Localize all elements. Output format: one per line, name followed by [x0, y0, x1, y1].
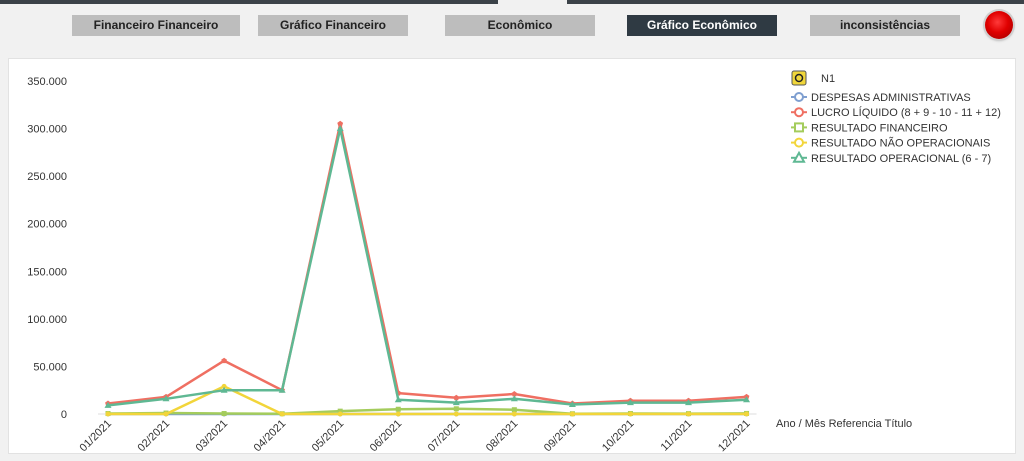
- y-tick-label: 100.000: [27, 314, 67, 326]
- x-tick-label: 08/2021: [484, 418, 521, 453]
- data-point: [221, 411, 227, 417]
- tab-financeiro-financeiro[interactable]: Financeiro Financeiro: [72, 15, 240, 36]
- legend-title: N1: [821, 73, 835, 85]
- legend: N1 DESPESAS ADMINISTRATIVAS LUCRO LÍQUIDO …: [791, 70, 1001, 165]
- x-tick-label: 09/2021: [542, 418, 579, 453]
- line-chart: 0 50.000 100.000 150.000 200.000 250.000 300.0…: [27, 70, 1001, 454]
- status-indicator-icon[interactable]: [985, 11, 1013, 39]
- x-tick-label: 12/2021: [716, 418, 753, 453]
- tab-grafico-financeiro[interactable]: Gráfico Financeiro: [258, 15, 408, 36]
- tab-grafico-economico[interactable]: Gráfico Econômico: [627, 15, 777, 36]
- data-point: [686, 411, 691, 417]
- y-tick-label: 0: [61, 409, 67, 421]
- y-tick-label: 150.000: [27, 266, 67, 278]
- y-tick-label: 200.000: [27, 219, 67, 231]
- data-point: [279, 411, 285, 417]
- series-line: [107, 127, 747, 407]
- series-line: [107, 122, 747, 405]
- chart-panel: 0 50.000 100.000 150.000 200.000 250.000 300.0…: [8, 58, 1016, 454]
- y-tick-label: 300.000: [27, 124, 67, 136]
- tab-economico[interactable]: Econômico: [445, 15, 595, 36]
- x-axis-title: Ano / Mês Referencia Título: [776, 418, 912, 430]
- series-5: [104, 125, 751, 408]
- x-tick-label: 05/2021: [310, 418, 347, 453]
- data-point: [337, 411, 343, 417]
- x-tick-label: 07/2021: [426, 418, 463, 453]
- data-point: [221, 357, 227, 364]
- y-tick-label: 350.000: [27, 76, 67, 88]
- legend-entry-label: RESULTADO OPERACIONAL (6 - 7): [811, 153, 991, 165]
- data-point: [744, 411, 750, 417]
- data-point: [163, 411, 169, 417]
- data-point: [627, 411, 633, 417]
- x-tick-label: 03/2021: [194, 418, 231, 453]
- y-tick-label: 250.000: [27, 171, 67, 183]
- y-tick-label: 50.000: [33, 361, 67, 373]
- x-tick-label: 04/2021: [252, 418, 289, 453]
- data-point: [511, 407, 517, 413]
- legend-swatch-marker: [792, 150, 806, 163]
- x-tick-label: 02/2021: [136, 418, 173, 453]
- x-tick-label: 10/2021: [600, 418, 637, 453]
- legend-entry-label: LUCRO LÍQUIDO (8 + 9 - 10 - 11 + 12): [811, 106, 1001, 119]
- top-bar-left: [0, 0, 498, 4]
- x-tick-label: 11/2021: [659, 418, 695, 453]
- data-point: [105, 411, 111, 417]
- data-point: [453, 411, 459, 417]
- data-point: [395, 406, 401, 412]
- tab-inconsistencias[interactable]: inconsistências: [810, 15, 960, 36]
- series-2: [105, 120, 750, 406]
- x-tick-label: 06/2021: [368, 418, 405, 453]
- legend-swatch-marker: [794, 122, 804, 133]
- legend-swatch-marker: [794, 137, 804, 148]
- data-point: [453, 406, 459, 412]
- data-point: [336, 125, 344, 132]
- data-point: [511, 411, 517, 417]
- x-tick-label: 01/2021: [78, 418, 115, 453]
- data-point: [395, 411, 401, 417]
- data-point: [569, 411, 575, 417]
- top-bar-right: [567, 0, 1024, 4]
- legend-entry-label: RESULTADO FINANCEIRO: [811, 122, 948, 134]
- legend-swatch-marker: [794, 107, 804, 118]
- legend-swatch-marker: [794, 92, 804, 102]
- legend-reset-icon: [791, 70, 807, 86]
- legend-entry-label: DESPESAS ADMINISTRATIVAS: [811, 92, 971, 104]
- legend-entry-label: RESULTADO NÃO OPERACIONAIS: [811, 137, 990, 150]
